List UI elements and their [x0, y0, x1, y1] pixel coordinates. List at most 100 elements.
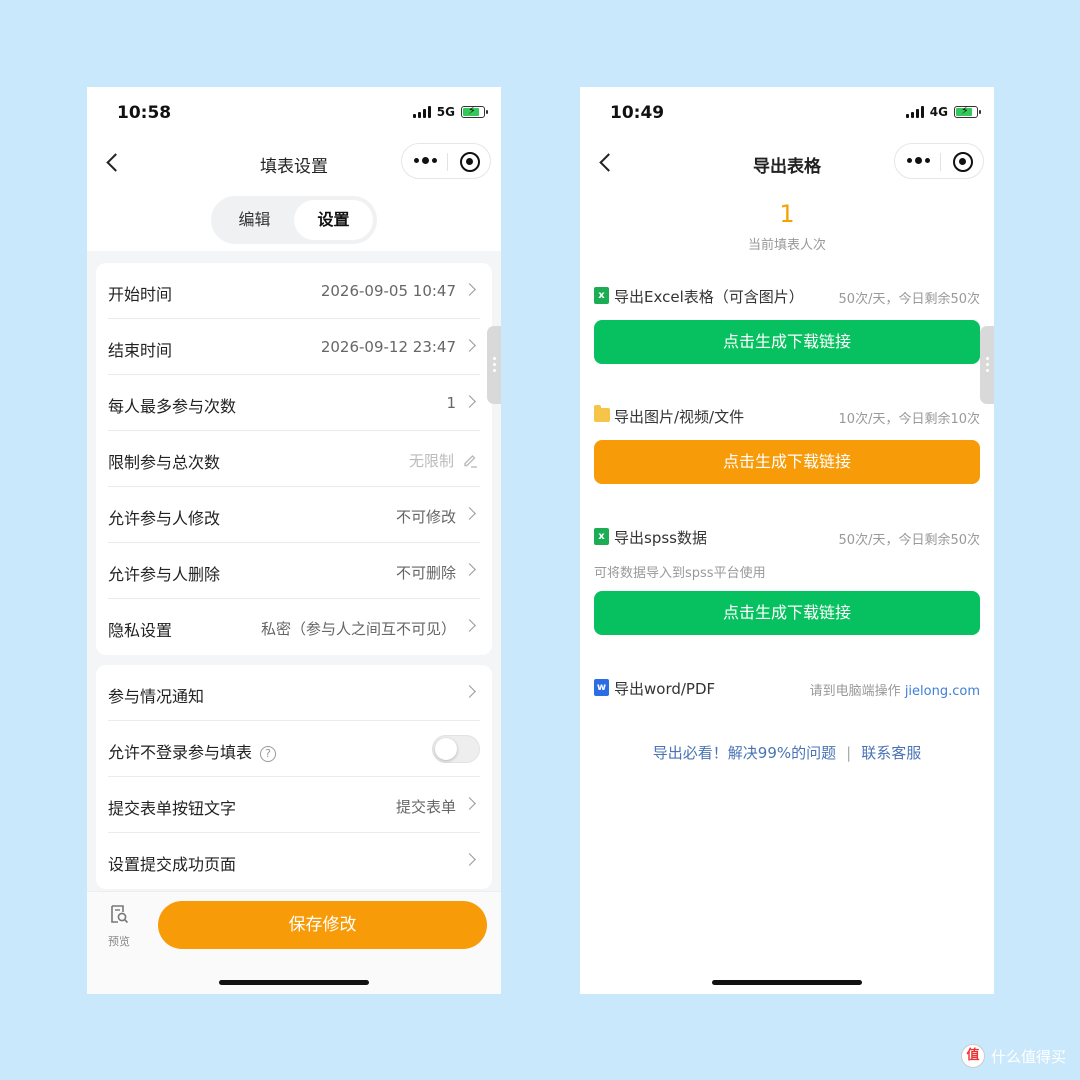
status-bar: 10:58 5G ⚡	[87, 87, 501, 139]
setting-label: 提交表单按钮文字	[108, 799, 237, 818]
side-drag-handle[interactable]	[980, 326, 994, 404]
more-icon[interactable]	[907, 157, 930, 164]
setting-row-allow-delete[interactable]: 允许参与人删除 不可删除	[108, 543, 480, 599]
setting-label-group: 允许不登录参与填表?	[108, 739, 277, 763]
chevron-right-icon	[463, 507, 476, 520]
setting-row-start-time[interactable]: 开始时间 2026-09-05 10:47	[108, 263, 480, 319]
pencil-icon[interactable]	[462, 452, 478, 468]
setting-value: 1	[446, 394, 456, 412]
capsule-divider	[940, 153, 941, 171]
export-quota: 10次/天，今日剩余10次	[838, 412, 980, 427]
fill-count: 1	[779, 200, 795, 228]
folder-icon	[594, 405, 610, 422]
setting-label: 每人最多参与次数	[108, 397, 237, 416]
spss-description: 可将数据导入到spss平台使用	[594, 566, 766, 581]
setting-label: 允许参与人修改	[108, 509, 221, 528]
tab-settings[interactable]: 设置	[294, 200, 373, 240]
fill-count-label: 当前填表人次	[747, 238, 826, 253]
setting-row-privacy[interactable]: 隐私设置 私密（参与人之间互不可见）	[108, 599, 480, 655]
setting-label: 限制参与总次数	[108, 453, 221, 472]
phone-left-screen: 10:58 5G ⚡ 填表设置 编辑 设置 开始时间 2026-09-05 10…	[87, 87, 501, 994]
watermark-logo: 值	[960, 1044, 985, 1068]
export-quota: 50次/天，今日剩余50次	[838, 292, 980, 307]
export-title: 导出spss数据	[614, 529, 707, 547]
setting-label: 允许参与人删除	[108, 565, 221, 584]
generate-excel-link-button[interactable]: 点击生成下载链接	[594, 320, 980, 364]
setting-value: 2026-09-12 23:47	[320, 338, 456, 356]
setting-row-no-login: 允许不登录参与填表?	[108, 721, 480, 777]
nav-bar: 填表设置	[87, 139, 501, 189]
phone-right-screen: 10:49 4G ⚡ 导出表格 1 当前填表人次 x 导出Excel表格（可含图…	[580, 87, 994, 994]
setting-label: 隐私设置	[108, 621, 173, 640]
mode-segment: 编辑 设置	[211, 196, 377, 244]
battery-icon: ⚡	[461, 104, 488, 118]
status-indicators: 5G ⚡	[412, 104, 488, 119]
export-spss-header: x 导出spss数据 50次/天，今日剩余50次	[594, 527, 980, 548]
jielong-link[interactable]: jielong.com	[905, 684, 980, 699]
export-hint: 请到电脑端操作 jielong.com	[810, 680, 980, 699]
status-bar: 10:49 4G ⚡	[580, 87, 994, 139]
help-icon[interactable]: ?	[260, 746, 277, 762]
status-time: 10:58	[117, 103, 172, 123]
side-drag-handle[interactable]	[487, 326, 501, 404]
chevron-right-icon	[463, 339, 476, 352]
export-title: 导出图片/视频/文件	[614, 408, 745, 426]
nav-bar: 导出表格	[580, 139, 994, 189]
miniprogram-capsule	[894, 143, 984, 179]
home-indicator	[219, 980, 369, 985]
setting-value: 私密（参与人之间互不可见）	[260, 620, 456, 638]
setting-label: 结束时间	[108, 341, 173, 360]
word-file-icon: w	[594, 679, 609, 696]
export-excel-header: x 导出Excel表格（可含图片） 50次/天，今日剩余50次	[594, 286, 980, 307]
generate-spss-link-button[interactable]: 点击生成下载链接	[594, 591, 980, 635]
chevron-right-icon	[463, 797, 476, 810]
miniprogram-capsule	[401, 143, 491, 179]
status-time: 10:49	[610, 103, 665, 123]
preview-label: 预览	[108, 935, 130, 948]
generate-media-link-button[interactable]: 点击生成下载链接	[594, 440, 980, 484]
toggle-knob	[435, 738, 457, 760]
excel-file-icon: x	[594, 287, 609, 304]
more-icon[interactable]	[414, 157, 437, 164]
tab-edit[interactable]: 编辑	[215, 200, 294, 240]
export-title: 导出Excel表格（可含图片）	[614, 288, 804, 306]
chevron-right-icon	[463, 283, 476, 296]
export-word-header: w 导出word/PDF 请到电脑端操作 jielong.com	[594, 678, 980, 699]
setting-row-end-time[interactable]: 结束时间 2026-09-12 23:47	[108, 319, 480, 375]
setting-row-max-per-person[interactable]: 每人最多参与次数 1	[108, 375, 480, 431]
export-media-header: 导出图片/视频/文件 10次/天，今日剩余10次	[594, 405, 980, 427]
watermark: 值 什么值得买	[960, 1044, 1066, 1068]
close-miniprogram-icon[interactable]	[460, 152, 480, 172]
close-miniprogram-icon[interactable]	[953, 152, 973, 172]
chevron-right-icon	[463, 563, 476, 576]
setting-value: 不可修改	[395, 508, 456, 526]
bottom-action-bar: 预览 保存修改	[87, 891, 501, 994]
spss-file-icon: x	[594, 528, 609, 545]
setting-row-submit-text[interactable]: 提交表单按钮文字 提交表单	[108, 777, 480, 833]
setting-label: 参与情况通知	[108, 687, 205, 706]
export-title: 导出word/PDF	[614, 680, 716, 698]
no-login-toggle[interactable]	[432, 735, 480, 763]
capsule-divider	[447, 153, 448, 171]
save-button[interactable]: 保存修改	[158, 901, 487, 949]
setting-value: 2026-09-05 10:47	[320, 282, 456, 300]
export-quota: 50次/天，今日剩余50次	[838, 533, 980, 548]
settings-card-advanced: 参与情况通知 允许不登录参与填表? 提交表单按钮文字 提交表单 设置提交成功页面	[96, 665, 492, 889]
setting-label: 开始时间	[108, 285, 173, 304]
status-indicators: 4G ⚡	[905, 104, 981, 119]
setting-value: 提交表单	[395, 798, 456, 816]
chevron-right-icon	[463, 685, 476, 698]
setting-value: 不可删除	[395, 564, 456, 582]
settings-card-basic: 开始时间 2026-09-05 10:47 结束时间 2026-09-12 23…	[96, 263, 492, 655]
signal-icon	[905, 106, 924, 118]
setting-row-total-limit[interactable]: 限制参与总次数 无限制	[108, 431, 480, 487]
contact-support-link[interactable]: 联系客服	[861, 744, 921, 762]
battery-icon: ⚡	[954, 104, 981, 118]
setting-row-notification[interactable]: 参与情况通知	[108, 665, 480, 721]
faq-link[interactable]: 导出必看！解决99%的问题	[653, 744, 836, 762]
setting-label: 设置提交成功页面	[108, 855, 237, 874]
preview-button[interactable]: 预览	[105, 904, 133, 949]
setting-row-success-page[interactable]: 设置提交成功页面	[108, 833, 480, 889]
setting-row-allow-modify[interactable]: 允许参与人修改 不可修改	[108, 487, 480, 543]
signal-icon	[412, 106, 431, 118]
